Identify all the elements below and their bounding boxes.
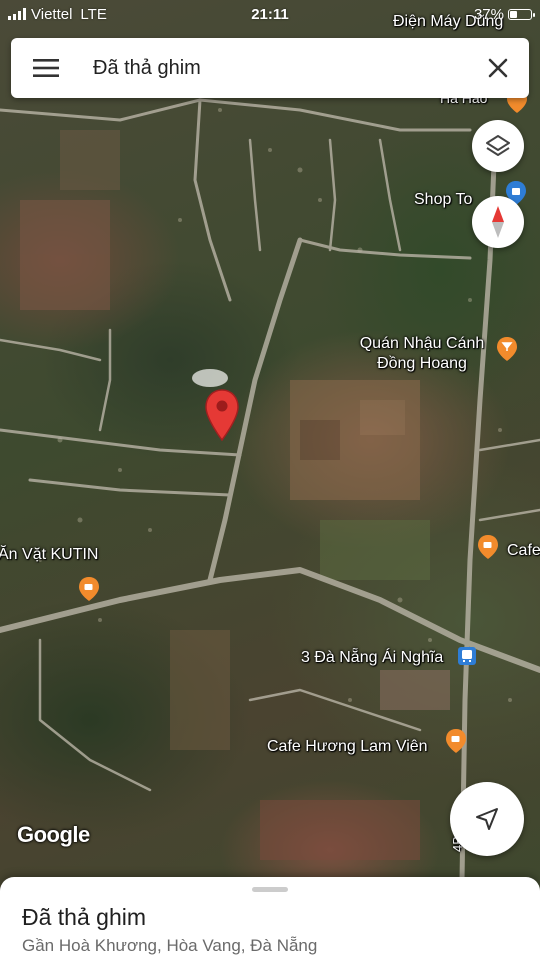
bus-stop-icon[interactable] [457, 646, 477, 666]
compass-button[interactable] [472, 196, 524, 248]
network-type: LTE [80, 5, 107, 23]
menu-button[interactable] [11, 38, 81, 98]
close-icon [488, 58, 508, 78]
cafe-cup-icon[interactable] [477, 534, 499, 560]
hamburger-menu-icon [33, 59, 59, 77]
map-label-an-vat-kutin[interactable]: Ăn Vặt KUTIN [0, 545, 98, 565]
map-label-cafe[interactable]: Cafe [507, 541, 540, 561]
place-address: Gần Hoà Khương, Hòa Vang, Đà Nẵng [22, 936, 318, 955]
battery-percent: 37% [473, 5, 504, 23]
map-layers-button[interactable] [472, 120, 524, 172]
carrier-name: Viettel [31, 5, 73, 23]
cafe-cup-icon[interactable] [78, 576, 100, 602]
map-label-bus-stop[interactable]: 3 Đà Nẵng Ái Nghĩa [301, 648, 443, 668]
layers-icon [486, 135, 510, 156]
search-query-text[interactable]: Đã thả ghim [81, 57, 467, 80]
battery-level-fill [510, 10, 518, 18]
map-label-shop-to[interactable]: Shop To [414, 190, 472, 210]
dropped-pin-marker[interactable] [204, 388, 240, 444]
battery-icon [508, 8, 535, 20]
signal-strength-icon [8, 8, 26, 20]
navigation-arrow-icon [476, 808, 498, 830]
map-label-quan-nhau-line2: Đồng Hoang [377, 355, 467, 372]
clear-search-button[interactable] [467, 38, 529, 98]
place-title: Đã thả ghim [22, 904, 147, 930]
map-label-quan-nhau[interactable]: Quán Nhậu Cánh Đồng Hoang [352, 334, 492, 374]
sheet-drag-handle[interactable] [252, 887, 288, 892]
cafe-cup-icon[interactable] [445, 728, 467, 754]
bar-drink-icon[interactable] [496, 336, 518, 362]
search-bar[interactable]: Đã thả ghim [11, 38, 529, 98]
status-bar: Viettel LTE 21:11 37% [0, 0, 540, 28]
compass-icon [492, 206, 504, 238]
map-label-cafe-huong-lam-vien[interactable]: Cafe Hương Lam Viên [267, 737, 428, 757]
google-logo: Google [17, 822, 90, 847]
place-bottom-sheet[interactable]: Đã thả ghim Gần Hoà Khương, Hòa Vang, Đà… [0, 877, 540, 960]
my-location-button[interactable] [450, 782, 524, 856]
map-label-quan-nhau-line1: Quán Nhậu Cánh [359, 335, 485, 352]
